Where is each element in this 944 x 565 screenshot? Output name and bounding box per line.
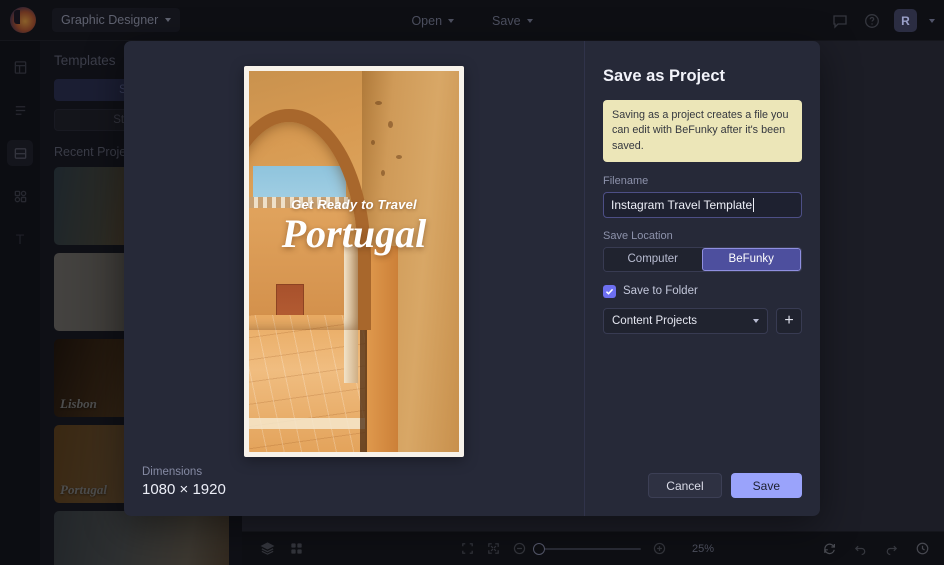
reset-icon[interactable] — [822, 541, 837, 556]
add-folder-button[interactable]: + — [776, 308, 802, 334]
zoom-controls: 25% — [460, 541, 714, 556]
zoom-out-icon[interactable] — [512, 541, 527, 556]
menu-save[interactable]: Save — [484, 10, 541, 32]
redo-icon[interactable] — [884, 541, 899, 556]
sidebar-item-text[interactable]: T — [7, 226, 33, 252]
chevron-down-icon[interactable] — [929, 19, 935, 23]
save-to-folder-row[interactable]: Save to Folder — [603, 285, 802, 298]
save-location-toggle: Computer BeFunky — [603, 247, 802, 272]
bottom-toolbar: 25% — [242, 531, 944, 565]
undo-icon[interactable] — [853, 541, 868, 556]
artwork: Get Ready to Travel Portugal — [249, 71, 459, 452]
app-root: Graphic Designer Open Save — [0, 0, 944, 565]
chevron-down-icon — [527, 19, 533, 23]
info-notice: Saving as a project creates a file you c… — [603, 100, 802, 162]
fit-screen-icon[interactable] — [460, 541, 475, 556]
thumb-label: Lisbon — [60, 396, 97, 412]
sidebar-item-templates[interactable] — [7, 54, 33, 80]
chevron-down-icon — [165, 18, 171, 22]
artwork-baseboard — [249, 418, 371, 429]
menu-save-label: Save — [492, 14, 521, 28]
text-caret — [753, 198, 754, 212]
dialog-actions: Cancel Save — [648, 473, 802, 498]
canvas-preview[interactable]: Get Ready to Travel Portugal — [244, 66, 464, 457]
layers-icon[interactable] — [260, 541, 275, 556]
thumb-label: Portugal — [60, 482, 107, 498]
list-item[interactable]: Summer — [54, 511, 229, 565]
folder-select-value: Content Projects — [612, 315, 697, 327]
sidebar-item-graphics[interactable] — [7, 183, 33, 209]
grid-icon[interactable] — [289, 541, 304, 556]
avatar[interactable]: R — [894, 9, 917, 32]
zoom-slider[interactable] — [538, 548, 641, 550]
top-bar-right: R — [830, 0, 935, 41]
left-rail: T — [0, 41, 40, 565]
bottom-toolbar-left — [260, 541, 304, 556]
location-option-befunky[interactable]: BeFunky — [702, 248, 802, 271]
fullscreen-icon[interactable] — [486, 541, 501, 556]
save-location-label: Save Location — [603, 230, 802, 242]
menu-open[interactable]: Open — [403, 10, 462, 32]
folder-selector-row: Content Projects + — [603, 308, 802, 334]
cancel-button[interactable]: Cancel — [648, 473, 721, 498]
chevron-down-icon — [753, 319, 759, 323]
workspace-menu[interactable]: Graphic Designer — [52, 8, 180, 32]
filename-label: Filename — [603, 175, 802, 187]
checkbox-checked-icon[interactable] — [603, 285, 616, 298]
sidebar-item-images[interactable] — [7, 140, 33, 166]
history-icon[interactable] — [915, 541, 930, 556]
artwork-kicker: Get Ready to Travel — [249, 197, 459, 212]
zoom-level: 25% — [692, 543, 714, 555]
dialog-form: Save as Project Saving as a project crea… — [585, 41, 820, 516]
avatar-initial: R — [901, 14, 910, 28]
location-option-computer[interactable]: Computer — [604, 248, 702, 271]
dimensions-block: Dimensions 1080 × 1920 — [142, 466, 226, 498]
chat-icon[interactable] — [830, 11, 850, 31]
chevron-down-icon — [448, 19, 454, 23]
sidebar-item-layouts[interactable] — [7, 97, 33, 123]
artwork-title: Portugal — [249, 214, 459, 255]
history-controls — [822, 541, 930, 556]
save-to-folder-label: Save to Folder — [623, 285, 698, 297]
artwork-text-group: Get Ready to Travel Portugal — [249, 197, 459, 255]
save-button[interactable]: Save — [731, 473, 802, 498]
save-as-project-dialog: Get Ready to Travel Portugal Dimensions … — [124, 41, 820, 516]
workspace-menu-label: Graphic Designer — [61, 13, 158, 27]
zoom-in-icon[interactable] — [652, 541, 667, 556]
filename-value: Instagram Travel Template — [611, 198, 752, 212]
dimensions-label: Dimensions — [142, 466, 226, 478]
text-icon: T — [16, 231, 25, 247]
preview-pane: Get Ready to Travel Portugal Dimensions … — [124, 41, 585, 516]
dialog-title: Save as Project — [603, 67, 802, 86]
folder-select[interactable]: Content Projects — [603, 308, 768, 334]
menu-open-label: Open — [411, 14, 442, 28]
zoom-slider-handle[interactable] — [533, 543, 545, 555]
dimensions-value: 1080 × 1920 — [142, 481, 226, 498]
filename-field[interactable]: Instagram Travel Template — [603, 192, 802, 218]
top-bar: Graphic Designer Open Save — [0, 0, 944, 41]
logo-icon[interactable] — [10, 7, 36, 33]
help-icon[interactable] — [862, 11, 882, 31]
